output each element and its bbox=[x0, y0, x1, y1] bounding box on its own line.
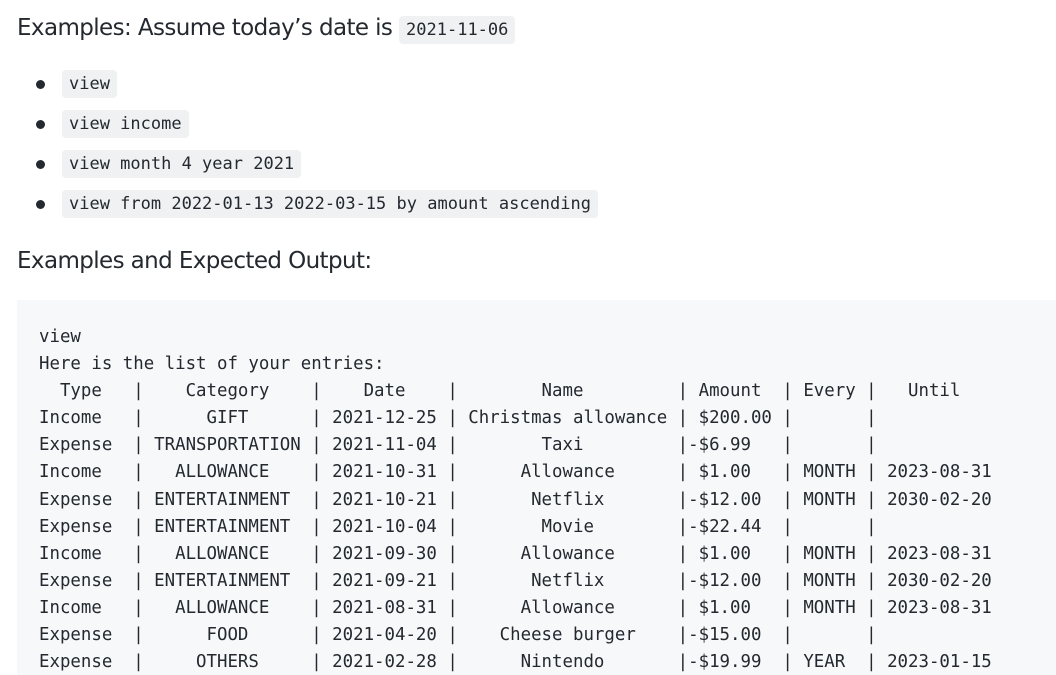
intro-paragraph: Examples: Assume today’s date is 2021-11… bbox=[17, 12, 516, 46]
example-command: view bbox=[62, 70, 117, 98]
output-table-row: Expense | FOOD | 2021-04-20 | Cheese bur… bbox=[39, 625, 877, 646]
intro-text: Examples: Assume today’s date is bbox=[17, 15, 400, 41]
output-table-row: Income | ALLOWANCE | 2021-10-31 | Allowa… bbox=[39, 462, 992, 483]
section-title: Examples and Expected Output: bbox=[17, 248, 372, 274]
example-command: view income bbox=[62, 110, 189, 138]
output-table-row: Income | ALLOWANCE | 2021-08-31 | Allowa… bbox=[39, 597, 992, 618]
bullet-icon bbox=[36, 120, 45, 129]
bullet-icon bbox=[36, 160, 45, 169]
output-table-header: Type | Category | Date | Name | Amount |… bbox=[39, 381, 961, 402]
output-table-row: Expense | ENTERTAINMENT | 2021-10-04 | M… bbox=[39, 516, 877, 537]
bullet-icon bbox=[36, 80, 45, 89]
example-command: view from 2022-01-13 2022-03-15 by amoun… bbox=[62, 190, 598, 218]
output-table-row: Expense | ENTERTAINMENT | 2021-10-21 | N… bbox=[39, 489, 992, 510]
output-line: Here is the list of your entries: bbox=[39, 354, 385, 375]
today-date-code: 2021-11-06 bbox=[399, 16, 516, 44]
output-table-row: Expense | ENTERTAINMENT | 2021-09-21 | N… bbox=[39, 570, 992, 591]
output-table-row: Expense | OTHERS | 2021-02-28 | Nintendo… bbox=[39, 652, 992, 673]
output-line: view bbox=[39, 327, 81, 347]
expected-output-code-block: view Here is the list of your entries: Ty… bbox=[17, 300, 1056, 675]
output-table-row: Expense | TRANSPORTATION | 2021-11-04 | … bbox=[39, 435, 877, 456]
output-table-row: Income | ALLOWANCE | 2021-09-30 | Allowa… bbox=[39, 543, 992, 564]
output-table-row: Income | GIFT | 2021-12-25 | Christmas a… bbox=[39, 408, 877, 429]
bullet-icon bbox=[36, 200, 45, 209]
example-command: view month 4 year 2021 bbox=[62, 150, 302, 178]
